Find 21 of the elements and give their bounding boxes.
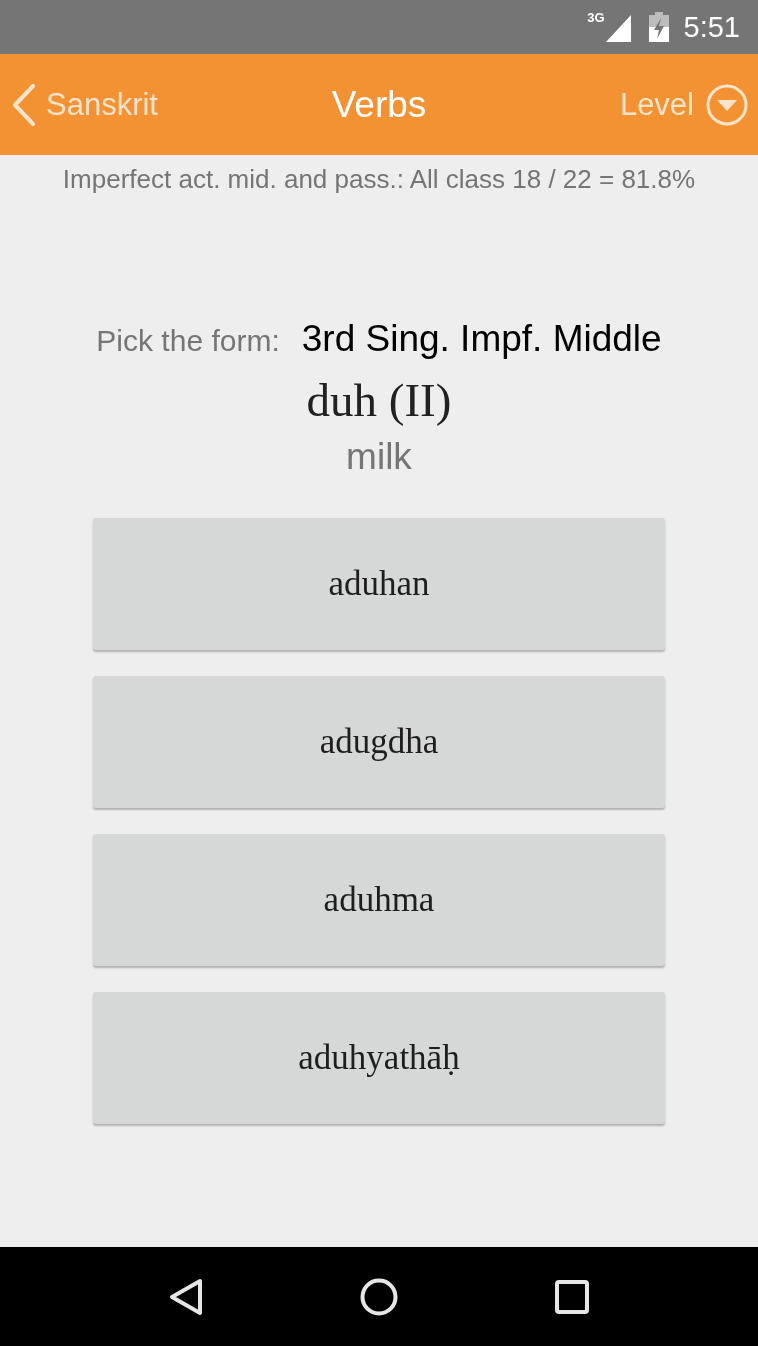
prompt-label: Pick the form: bbox=[96, 323, 280, 359]
level-label: Level bbox=[619, 86, 694, 123]
battery-charging-icon bbox=[648, 12, 669, 42]
target-form: 3rd Sing. Impf. Middle bbox=[301, 317, 662, 361]
clock-time: 5:51 bbox=[683, 10, 740, 44]
chevron-left-icon bbox=[12, 83, 36, 126]
recents-square-icon[interactable] bbox=[555, 1279, 590, 1314]
home-circle-icon[interactable] bbox=[360, 1277, 398, 1316]
dropdown-circle-icon bbox=[706, 83, 748, 126]
signal-icon bbox=[605, 14, 631, 42]
network-type-label: 3G bbox=[587, 11, 605, 25]
screen-title: Verbs bbox=[331, 82, 427, 127]
answer-option-button[interactable]: aduhan bbox=[93, 518, 665, 650]
back-triangle-icon[interactable] bbox=[168, 1277, 203, 1316]
verb-meaning: milk bbox=[346, 435, 412, 479]
answer-option-button[interactable]: aduhma bbox=[93, 834, 665, 966]
back-label: Sanskrit bbox=[46, 86, 158, 123]
verb-root: duh (II) bbox=[306, 373, 452, 427]
answer-option-button[interactable]: adugdha bbox=[93, 676, 665, 808]
answer-option-button[interactable]: aduhyathāḥ bbox=[93, 992, 665, 1124]
score-summary: Imperfect act. mid. and pass.: All class 18 / 22 = 81.8% bbox=[62, 163, 696, 195]
